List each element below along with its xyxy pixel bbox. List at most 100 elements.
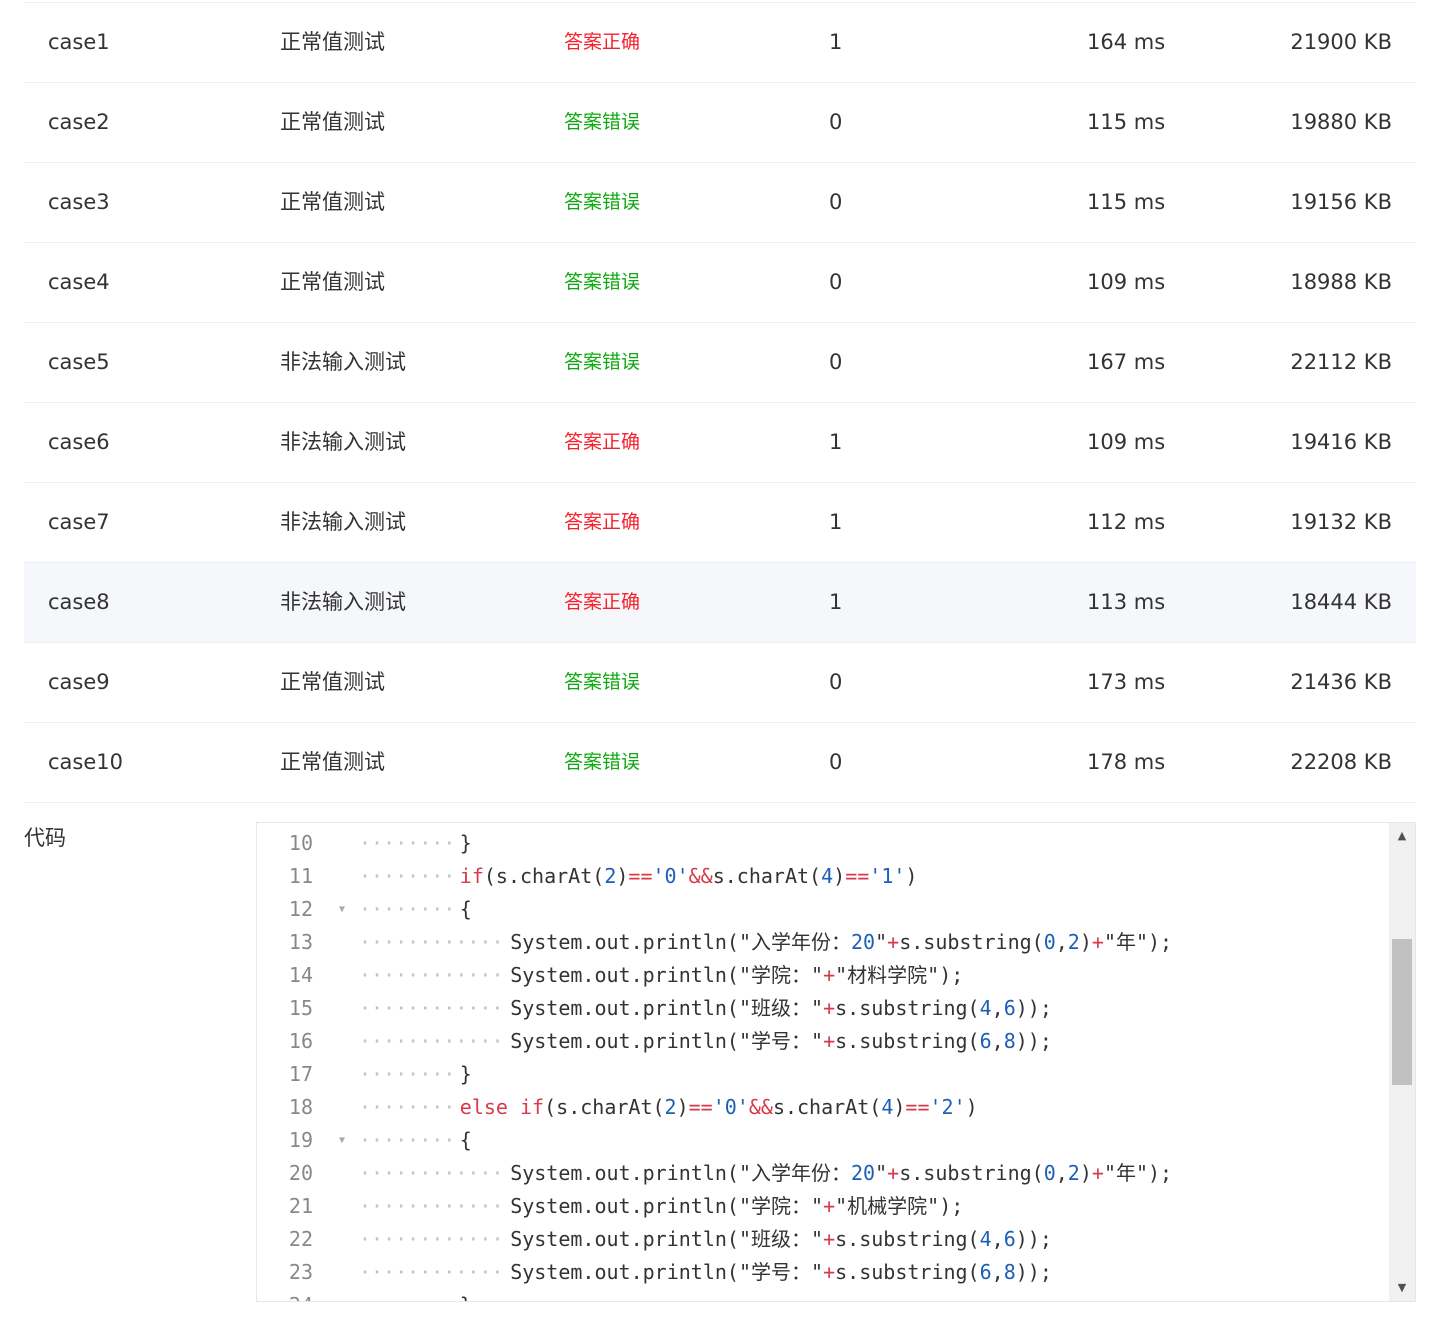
score: 0 xyxy=(829,350,843,374)
code-lines[interactable]: 10 ········} 11 ········ if(s.charAt(2)=='0'… xyxy=(257,827,1389,1301)
code-line: 15 ············ System.out.println("班级："+s… xyxy=(257,992,1389,1025)
score: 1 xyxy=(829,430,843,454)
indent-guide: ············ xyxy=(359,963,504,987)
code-line: 14 ············ System.out.println("学院："+"… xyxy=(257,959,1389,992)
code-scrollbar[interactable]: ▲ ▼ xyxy=(1389,823,1415,1301)
case-id: case5 xyxy=(48,350,110,374)
case-id: case9 xyxy=(48,670,110,694)
indent-guide: ········ xyxy=(359,897,456,921)
scroll-down-arrow-icon[interactable]: ▼ xyxy=(1389,1277,1415,1299)
code-text: System.out.println("学院："+"机械学院"); xyxy=(510,1194,964,1218)
table-row[interactable]: case3 正常值测试 答案错误 0 115 ms 19156 KB xyxy=(24,163,1416,243)
run-time: 115 ms xyxy=(1087,110,1166,134)
test-type: 正常值测试 xyxy=(280,750,385,774)
score: 1 xyxy=(829,590,843,614)
memory-usage: 18444 KB xyxy=(1290,590,1392,614)
code-text: else if(s.charAt(2)=='0'&&s.charAt(4)=='… xyxy=(459,1095,978,1119)
fold-triangle-icon[interactable]: ▼ xyxy=(339,893,345,926)
code-text: System.out.println("班级："+s.substring(4,6… xyxy=(510,1227,1052,1251)
case-id: case2 xyxy=(48,110,110,134)
memory-usage: 21436 KB xyxy=(1290,670,1392,694)
memory-usage: 21900 KB xyxy=(1290,30,1392,54)
line-number: 16 xyxy=(288,1029,313,1053)
memory-usage: 19132 KB xyxy=(1290,510,1392,534)
result-status: 答案错误 xyxy=(564,351,641,373)
memory-usage: 19156 KB xyxy=(1290,190,1392,214)
code-text: System.out.println("入学年份：20"+s.substring… xyxy=(510,1161,1173,1185)
memory-usage: 22112 KB xyxy=(1290,350,1392,374)
score: 0 xyxy=(829,270,843,294)
code-line: 13 ············ System.out.println("入学年份：2… xyxy=(257,926,1389,959)
table-row[interactable]: case4 正常值测试 答案错误 0 109 ms 18988 KB xyxy=(24,243,1416,323)
indent-guide: ············ xyxy=(359,1161,504,1185)
code-line: 17 ········} xyxy=(257,1058,1389,1091)
scrollbar-thumb[interactable] xyxy=(1392,939,1412,1085)
code-text: } xyxy=(460,1289,472,1301)
test-type: 非法输入测试 xyxy=(280,350,406,374)
indent-guide: ········ xyxy=(359,864,456,888)
memory-usage: 19416 KB xyxy=(1290,430,1392,454)
score: 0 xyxy=(829,190,843,214)
code-line: 23 ············ System.out.println("学号："+s… xyxy=(257,1256,1389,1289)
case-id: case8 xyxy=(48,590,110,614)
line-number: 12 xyxy=(288,897,313,921)
line-number: 24 xyxy=(257,1289,313,1301)
code-line: 24 ········} xyxy=(257,1289,1389,1301)
table-row[interactable]: case2 正常值测试 答案错误 0 115 ms 19880 KB xyxy=(24,83,1416,163)
table-row[interactable]: case1 正常值测试 答案正确 1 164 ms 21900 KB xyxy=(24,3,1416,83)
line-number: 13 xyxy=(288,930,313,954)
result-status: 答案错误 xyxy=(564,111,641,133)
score: 0 xyxy=(829,110,843,134)
scroll-up-arrow-icon[interactable]: ▲ xyxy=(1389,825,1415,847)
case-id: case1 xyxy=(48,30,110,54)
table-row[interactable]: case8 非法输入测试 答案正确 1 113 ms 18444 KB xyxy=(24,563,1416,643)
result-status: 答案正确 xyxy=(564,511,641,533)
line-number: 17 xyxy=(288,1062,313,1086)
memory-usage: 22208 KB xyxy=(1290,750,1392,774)
code-line: 18 ········ else if(s.charAt(2)=='0'&&s.ch… xyxy=(257,1091,1389,1124)
test-type: 正常值测试 xyxy=(280,110,385,134)
result-status: 答案正确 xyxy=(564,31,641,53)
code-label: 代码 xyxy=(24,826,66,850)
case-id: case4 xyxy=(48,270,110,294)
indent-guide: ············ xyxy=(359,1260,504,1284)
fold-triangle-icon[interactable]: ▼ xyxy=(339,1124,345,1157)
case-id: case7 xyxy=(48,510,110,534)
line-number: 19 xyxy=(288,1128,313,1152)
code-line: 16 ············ System.out.println("学号："+s… xyxy=(257,1025,1389,1058)
run-time: 109 ms xyxy=(1087,430,1166,454)
code-text: System.out.println("学号："+s.substring(6,8… xyxy=(510,1260,1052,1284)
test-results-table: case1 正常值测试 答案正确 1 164 ms 21900 KB case2 正常值测试答… xyxy=(24,2,1416,803)
line-number: 23 xyxy=(288,1260,313,1284)
indent-guide: ············ xyxy=(359,1029,504,1053)
indent-guide: ············ xyxy=(359,1194,504,1218)
code-line: 21 ············ System.out.println("学院："+"… xyxy=(257,1190,1389,1223)
result-status: 答案错误 xyxy=(564,671,641,693)
result-status: 答案错误 xyxy=(564,751,641,773)
indent-guide: ············ xyxy=(359,930,504,954)
line-number: 11 xyxy=(288,864,313,888)
score: 1 xyxy=(829,30,843,54)
indent-guide: ········ xyxy=(359,1095,456,1119)
code-line: 11 ········ if(s.charAt(2)=='0'&&s.charAt(… xyxy=(257,860,1389,893)
code-text: } xyxy=(459,831,472,855)
code-line: 12 ▼ ········{ xyxy=(257,893,1389,926)
code-text: { xyxy=(459,1128,472,1152)
table-row[interactable]: case10 正常值测试 答案错误 0 178 ms 22208 KB xyxy=(24,723,1416,803)
table-row[interactable]: case6 非法输入测试 答案正确 1 109 ms 19416 KB xyxy=(24,403,1416,483)
run-time: 113 ms xyxy=(1087,590,1166,614)
code-line: 22 ············ System.out.println("班级："+s… xyxy=(257,1223,1389,1256)
code-line: 20 ············ System.out.println("入学年份：2… xyxy=(257,1157,1389,1190)
code-editor[interactable]: 10 ········} 11 ········ if(s.charAt(2)=='0'… xyxy=(256,822,1416,1302)
table-row[interactable]: case7 非法输入测试 答案正确 1 112 ms 19132 KB xyxy=(24,483,1416,563)
line-number: 21 xyxy=(288,1194,313,1218)
table-row[interactable]: case5 非法输入测试 答案错误 0 167 ms 22112 KB xyxy=(24,323,1416,403)
test-type: 正常值测试 xyxy=(280,670,385,694)
score: 1 xyxy=(829,510,843,534)
test-type: 非法输入测试 xyxy=(280,430,406,454)
result-status: 答案正确 xyxy=(564,431,641,453)
test-type: 正常值测试 xyxy=(280,270,385,294)
table-row[interactable]: case9 正常值测试 答案错误 0 173 ms 21436 KB xyxy=(24,643,1416,723)
result-status: 答案错误 xyxy=(564,271,641,293)
indent-guide: ········ xyxy=(359,831,456,855)
